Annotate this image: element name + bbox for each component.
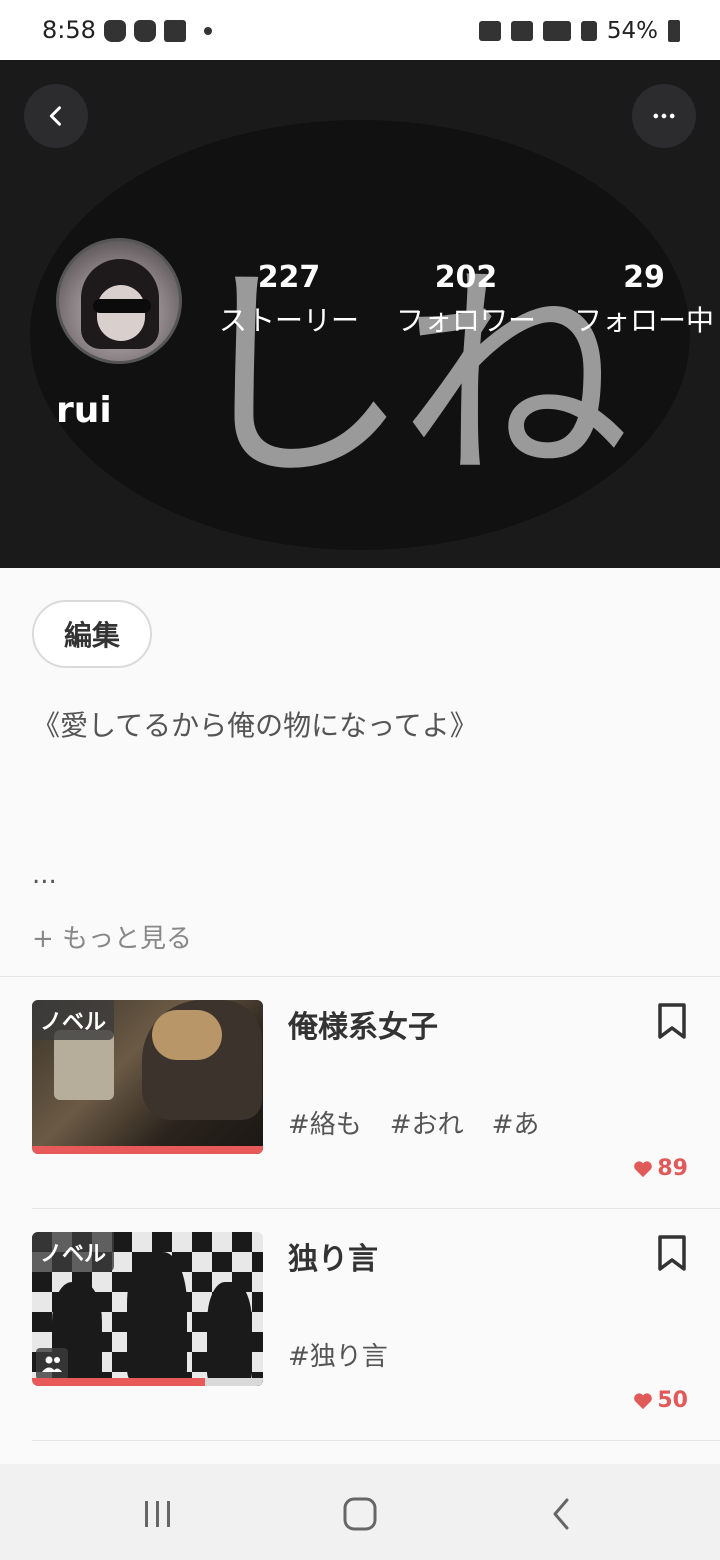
more-options-button[interactable] (632, 84, 696, 148)
story-item[interactable]: ノベル 俺様系女子 #絡も #おれ #あ 89 (32, 1000, 688, 1200)
section-divider (0, 976, 720, 977)
likes-count: 50 (633, 1388, 688, 1413)
stat-followers-value: 202 (434, 260, 498, 295)
mute-icon (478, 21, 501, 41)
read-progress-bar (32, 1146, 263, 1154)
avatar-face (97, 285, 145, 341)
likes-value: 89 (657, 1156, 688, 1181)
story-type-label: ノベル (32, 1232, 115, 1272)
system-nav-bar (0, 1464, 720, 1560)
home-icon (343, 1497, 377, 1531)
group-icon (36, 1348, 68, 1380)
read-progress-bar (32, 1378, 263, 1386)
story-tags: #絡も #おれ #あ (288, 1104, 539, 1141)
stat-stories[interactable]: 227 ストーリー (217, 260, 361, 339)
username: rui (56, 390, 112, 431)
chevron-left-icon (49, 106, 61, 126)
thumbnail-chess-piece (127, 1252, 187, 1382)
volte-icon (542, 21, 571, 41)
avatar[interactable] (56, 238, 182, 364)
read-progress-fill (32, 1378, 206, 1386)
stat-stories-value: 227 (257, 260, 321, 295)
system-icons: 54% (478, 18, 680, 44)
story-title[interactable]: 俺様系女子 (288, 1002, 438, 1046)
story-thumbnail[interactable]: ノベル (32, 1000, 263, 1154)
stat-following[interactable]: 29 フォロー中 (572, 260, 716, 339)
item-divider (32, 1208, 720, 1209)
status-bar: 8:58 54% (0, 0, 720, 60)
item-divider (32, 1440, 720, 1441)
read-progress-fill (32, 1146, 263, 1154)
header-background-text: しね (180, 244, 630, 511)
likes-value: 50 (657, 1388, 688, 1413)
bookmark-icon (658, 1003, 686, 1039)
recent-apps-button[interactable] (128, 1484, 188, 1544)
battery-icon (668, 20, 680, 42)
story-item[interactable]: ノベル 独り言 #独り言 50 (32, 1232, 688, 1432)
checkbox-icon (164, 20, 186, 42)
bookmark-icon (658, 1235, 686, 1271)
stat-followers-label: フォロワー (395, 304, 536, 337)
cat-app-icon (104, 20, 126, 42)
profile-header: しね 227 ストーリー 202 フォロワー 29 フォロー中 rui (0, 60, 720, 568)
edit-profile-button[interactable]: 編集 (32, 600, 152, 668)
tag[interactable]: #独り言 (288, 1336, 388, 1373)
stat-following-label: フォロー中 (573, 304, 714, 337)
story-tags: #独り言 (288, 1336, 388, 1373)
tag[interactable]: #あ (492, 1104, 540, 1141)
tag[interactable]: #おれ (390, 1104, 464, 1141)
notification-icons (104, 20, 212, 42)
cat-app-icon (134, 20, 156, 42)
thumbnail-hair (152, 1010, 222, 1060)
back-button[interactable] (24, 84, 88, 148)
battery-percent: 54% (606, 18, 658, 44)
more-dots-icon (653, 113, 675, 119)
tag[interactable]: #絡も (288, 1104, 362, 1141)
thumbnail-chess-piece (207, 1282, 252, 1382)
bookmark-button[interactable] (656, 1002, 688, 1040)
back-arrow-icon (553, 1498, 569, 1530)
avatar-glasses (93, 299, 151, 313)
back-nav-button[interactable] (532, 1484, 592, 1544)
home-button[interactable] (330, 1484, 390, 1544)
thumbnail-washer (54, 1030, 114, 1100)
stat-stories-label: ストーリー (218, 304, 359, 337)
dot-icon (204, 27, 212, 35)
bookmark-button[interactable] (656, 1234, 688, 1272)
recent-apps-icon (145, 1501, 170, 1527)
stat-following-value: 29 (623, 260, 665, 295)
wifi-icon (510, 21, 533, 41)
bio-ellipsis: ... (32, 860, 57, 890)
heart-icon (634, 1160, 653, 1177)
stat-followers[interactable]: 202 フォロワー (394, 260, 538, 339)
story-thumbnail[interactable]: ノベル (32, 1232, 263, 1386)
story-type-label: ノベル (32, 1000, 115, 1040)
status-time: 8:58 (42, 16, 96, 44)
story-title[interactable]: 独り言 (288, 1234, 378, 1278)
heart-icon (634, 1392, 653, 1409)
signal-icon (580, 21, 597, 41)
likes-count: 89 (633, 1156, 688, 1181)
show-more-link[interactable]: + もっと見る (32, 918, 192, 955)
bio-text: 《愛してるから俺の物になってよ》 (32, 709, 478, 742)
